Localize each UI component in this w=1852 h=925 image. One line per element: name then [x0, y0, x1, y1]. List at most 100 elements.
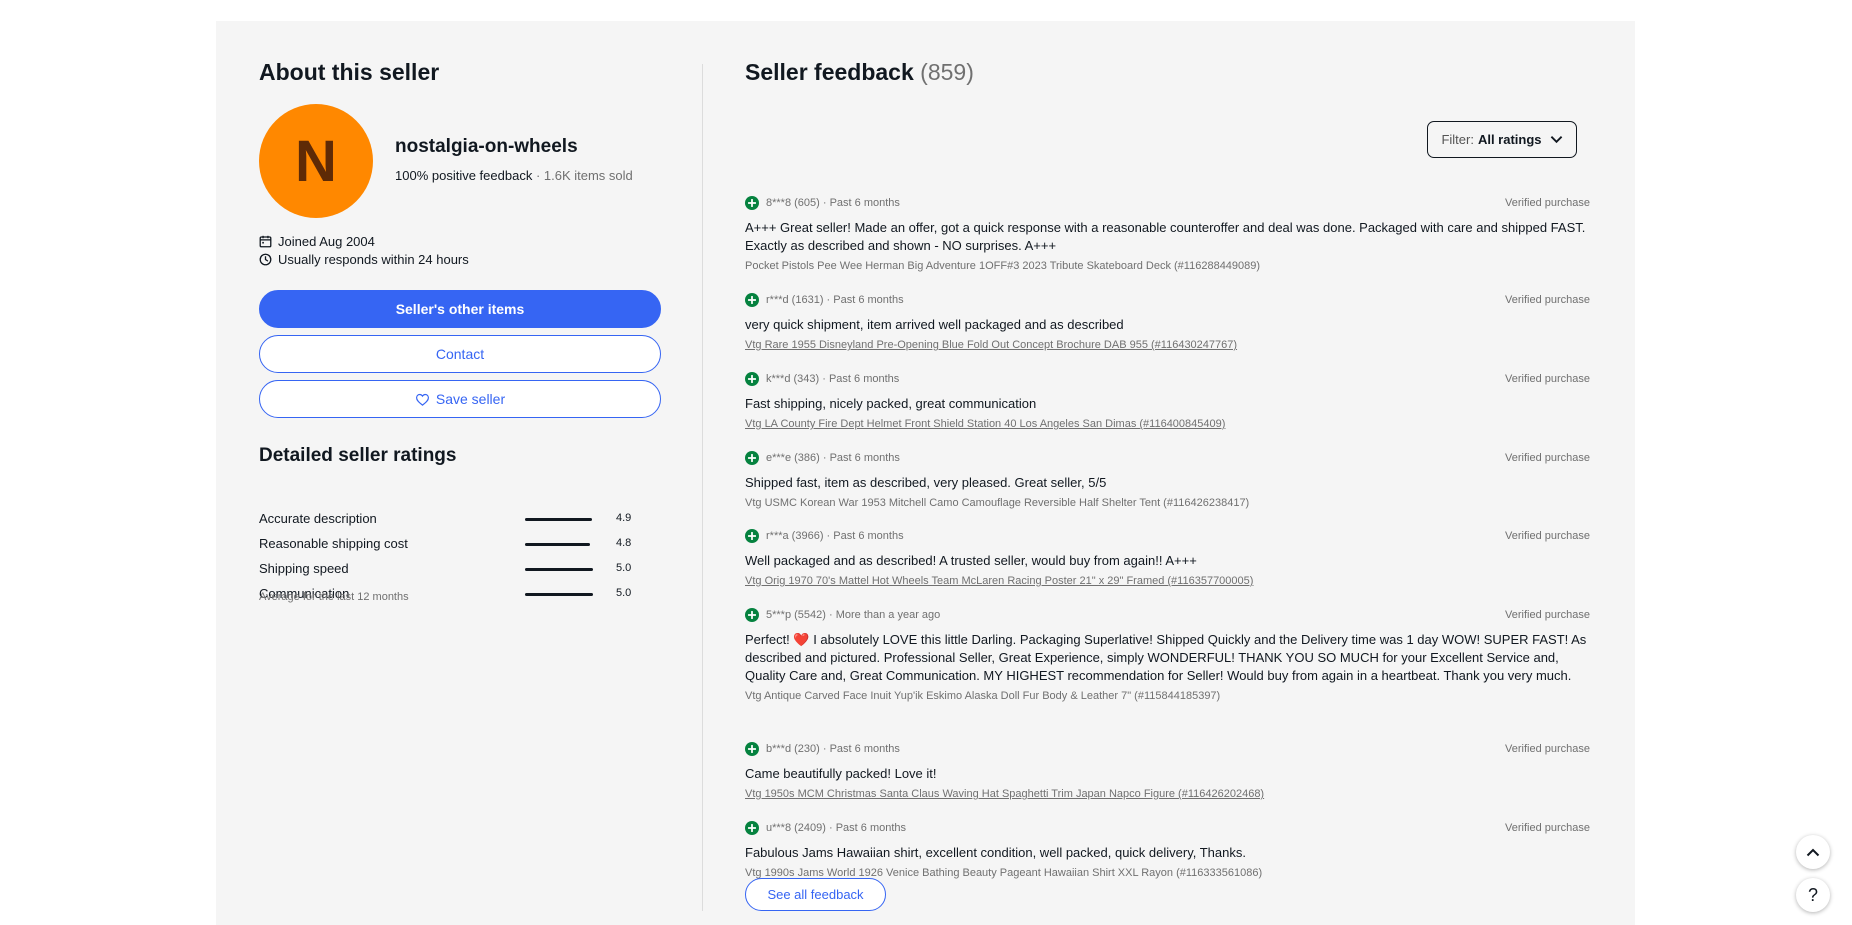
- positive-rating-icon: [745, 742, 759, 756]
- feedback-user: k***d (343) · Past 6 months: [766, 373, 900, 385]
- feedback-text: very quick shipment, item arrived well p…: [745, 317, 1124, 332]
- help-button[interactable]: ?: [1796, 878, 1830, 912]
- filter-dropdown[interactable]: Filter: All ratings: [1427, 121, 1577, 158]
- feedback-header: b***d (230) · Past 6 months Verified purc…: [745, 740, 1590, 758]
- heart-icon: [415, 393, 429, 406]
- feedback-product-link[interactable]: Vtg Orig 1970 70's Mattel Hot Wheels Tea…: [745, 575, 1590, 587]
- feedback-text: Came beautifully packed! Love it!: [745, 766, 937, 781]
- filter-value: All ratings: [1477, 132, 1542, 147]
- feedback-header: r***d (1631) · Past 6 months Verified pur…: [745, 291, 1590, 309]
- filter-label: Filter:: [1441, 132, 1474, 147]
- rating-value: 4.9: [616, 512, 632, 524]
- feedback-text: Fast shipping, nicely packed, great comm…: [745, 396, 1037, 411]
- sellers-other-items-button[interactable]: Seller's other items: [259, 290, 661, 328]
- verified-purchase-label: Verified purchase: [1505, 530, 1590, 542]
- positive-rating-icon: [745, 293, 759, 307]
- positive-feedback-text: 100% positive feedback: [395, 168, 533, 183]
- calendar-icon: [259, 235, 272, 248]
- feedback-product-link[interactable]: Vtg Rare 1955 Disneyland Pre-Opening Blu…: [745, 339, 1590, 351]
- feedback-item: 8***8 (605) · Past 6 months Verified purc…: [745, 194, 1590, 272]
- feedback-text: Perfect! ❤️ I absolutely LOVE this littl…: [745, 632, 1587, 683]
- rating-label: Accurate description: [259, 511, 377, 526]
- verified-purchase-label: Verified purchase: [1505, 294, 1590, 306]
- feedback-header: k***d (343) · Past 6 months Verified purc…: [745, 370, 1590, 388]
- contact-button[interactable]: Contact: [259, 335, 661, 373]
- responds-text: Usually responds within 24 hours: [278, 252, 469, 267]
- about-seller-title: About this seller: [259, 59, 440, 85]
- feedback-product-link[interactable]: Vtg 1950s MCM Christmas Santa Claus Wavi…: [745, 788, 1590, 800]
- feedback-item: b***d (230) · Past 6 months Verified purc…: [745, 740, 1590, 800]
- feedback-item: k***d (343) · Past 6 months Verified purc…: [745, 370, 1590, 430]
- responds-row: Usually responds within 24 hours: [259, 252, 469, 267]
- seller-name[interactable]: nostalgia-on-wheels: [395, 136, 578, 158]
- rating-bar: [525, 543, 590, 546]
- rating-bar: [525, 518, 592, 521]
- clock-icon: [259, 253, 272, 266]
- feedback-title-text: Seller feedback: [745, 59, 914, 85]
- verified-purchase-label: Verified purchase: [1505, 822, 1590, 834]
- feedback-header: e***e (386) · Past 6 months Verified purc…: [745, 449, 1590, 467]
- see-all-feedback-button[interactable]: See all feedback: [745, 878, 886, 911]
- rating-value: 4.8: [616, 537, 632, 549]
- positive-rating-icon: [745, 372, 759, 386]
- verified-purchase-label: Verified purchase: [1505, 452, 1590, 464]
- feedback-product: Vtg Antique Carved Face Inuit Yup'ik Esk…: [745, 690, 1221, 702]
- save-seller-button[interactable]: Save seller: [259, 380, 661, 418]
- joined-row: Joined Aug 2004: [259, 234, 375, 249]
- rating-value: 5.0: [616, 587, 632, 599]
- seller-stats: 100% positive feedback · 1.6K items sold: [395, 168, 633, 183]
- rating-row: Reasonable shipping cost 4.8: [259, 534, 661, 554]
- feedback-header: u***8 (2409) · Past 6 months Verified pur…: [745, 819, 1590, 837]
- save-seller-label: Save seller: [435, 391, 506, 407]
- positive-rating-icon: [745, 529, 759, 543]
- items-sold-text: · 1.6K items sold: [535, 168, 633, 183]
- rating-bar: [525, 568, 593, 571]
- feedback-user: b***d (230) · Past 6 months: [766, 743, 900, 755]
- feedback-user: r***d (1631) · Past 6 months: [766, 294, 904, 306]
- feedback-user: 5***p (5542) · More than a year ago: [766, 609, 941, 621]
- ratings-note: Average for the last 12 months: [259, 591, 409, 603]
- feedback-item: r***d (1631) · Past 6 months Verified pur…: [745, 291, 1590, 351]
- feedback-item: r***a (3966) · Past 6 months Verified pur…: [745, 527, 1590, 587]
- chevron-down-icon: [1550, 136, 1562, 144]
- rating-row: Accurate description 4.9: [259, 509, 661, 529]
- joined-text: Joined Aug 2004: [278, 234, 375, 249]
- feedback-header: r***a (3966) · Past 6 months Verified pur…: [745, 527, 1590, 545]
- rating-label: Shipping speed: [259, 561, 349, 576]
- positive-rating-icon: [745, 451, 759, 465]
- verified-purchase-label: Verified purchase: [1505, 609, 1590, 621]
- feedback-user: u***8 (2409) · Past 6 months: [766, 822, 907, 834]
- positive-rating-icon: [745, 196, 759, 210]
- verified-purchase-label: Verified purchase: [1505, 373, 1590, 385]
- feedback-item: e***e (386) · Past 6 months Verified purc…: [745, 449, 1590, 509]
- seller-panel: About this seller N nostalgia-on-wheels …: [216, 21, 1635, 925]
- feedback-item: 5***p (5542) · More than a year ago Verif…: [745, 606, 1590, 702]
- detailed-ratings-title: Detailed seller ratings: [259, 445, 457, 466]
- column-divider: [702, 64, 703, 911]
- feedback-product-link[interactable]: Vtg LA County Fire Dept Helmet Front Shi…: [745, 418, 1590, 430]
- feedback-product: Pocket Pistols Pee Wee Herman Big Advent…: [745, 260, 1261, 272]
- feedback-text: Well packaged and as described! A truste…: [745, 553, 1197, 568]
- chevron-up-icon: [1806, 848, 1820, 856]
- feedback-item: u***8 (2409) · Past 6 months Verified pur…: [745, 819, 1590, 879]
- feedback-text: Fabulous Jams Hawaiian shirt, excellent …: [745, 845, 1246, 860]
- verified-purchase-label: Verified purchase: [1505, 743, 1590, 755]
- verified-purchase-label: Verified purchase: [1505, 197, 1590, 209]
- rating-value: 5.0: [616, 562, 632, 574]
- rating-label: Reasonable shipping cost: [259, 536, 408, 551]
- feedback-header: 8***8 (605) · Past 6 months Verified purc…: [745, 194, 1590, 212]
- feedback-text: A+++ Great seller! Made an offer, got a …: [745, 220, 1586, 253]
- feedback-text: Shipped fast, item as described, very pl…: [745, 475, 1107, 490]
- rating-row: Shipping speed 5.0: [259, 559, 661, 579]
- feedback-user: r***a (3966) · Past 6 months: [766, 530, 904, 542]
- positive-rating-icon: [745, 821, 759, 835]
- feedback-user: 8***8 (605) · Past 6 months: [766, 197, 900, 209]
- feedback-header: 5***p (5542) · More than a year ago Verif…: [745, 606, 1590, 624]
- feedback-user: e***e (386) · Past 6 months: [766, 452, 900, 464]
- scroll-to-top-button[interactable]: [1796, 835, 1830, 869]
- positive-rating-icon: [745, 608, 759, 622]
- feedback-count: (859): [920, 59, 974, 85]
- seller-feedback-title: Seller feedback (859): [745, 59, 974, 86]
- feedback-product: Vtg USMC Korean War 1953 Mitchell Camo C…: [745, 497, 1250, 509]
- avatar[interactable]: N: [259, 104, 373, 218]
